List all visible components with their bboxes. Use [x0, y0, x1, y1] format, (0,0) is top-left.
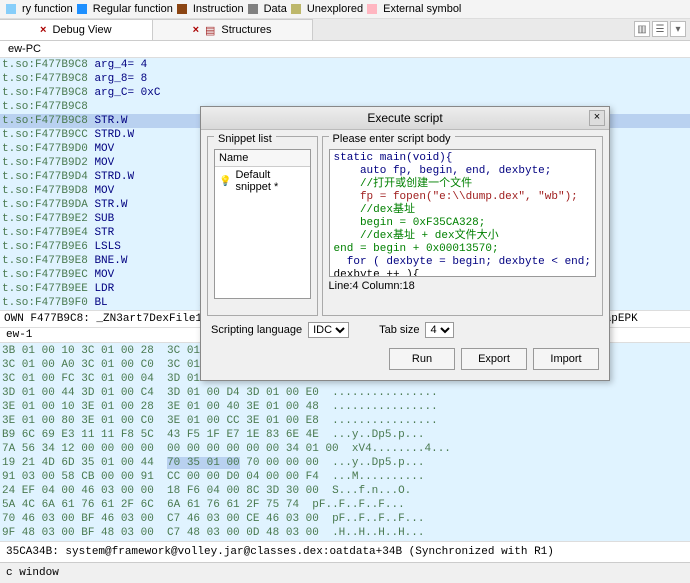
legend-swatch — [177, 4, 187, 14]
legend-swatch — [6, 4, 16, 14]
execute-script-dialog: Execute script × Snippet list Name Defau… — [200, 106, 610, 381]
legend-label: Data — [264, 3, 287, 15]
script-body-panel: Please enter script body static main(voi… — [322, 136, 603, 316]
scripting-language-select[interactable]: IDC — [308, 322, 349, 338]
disasm-line[interactable]: t.so:F477B9C8 arg_8= 8 — [0, 72, 690, 86]
layout-icon[interactable]: ▥ — [634, 21, 650, 37]
hex-line[interactable]: 7A 56 34 12 00 00 00 00 00 00 00 00 00 0… — [2, 442, 688, 456]
view-tabs: × Debug View × ▤ Structures ▥ ☰ ▾ — [0, 19, 690, 41]
legend-label: Unexplored — [307, 3, 363, 15]
import-button[interactable]: Import — [533, 348, 599, 370]
hex-line[interactable]: 19 21 4D 6D 35 01 00 44 70 35 01 00 70 0… — [2, 456, 688, 470]
legend-label: ry function — [22, 3, 73, 15]
window-subtitle: ew-PC — [0, 41, 690, 58]
hex-line[interactable]: 24 EF 04 00 46 03 00 00 18 F6 04 00 8C 3… — [2, 484, 688, 498]
snippet-list-title: Snippet list — [214, 133, 276, 145]
hex-line[interactable]: 3E 01 00 10 3E 01 00 28 3E 01 00 40 3E 0… — [2, 400, 688, 414]
tab-size-label: Tab size — [379, 324, 419, 336]
tab-debug-view[interactable]: × Debug View — [0, 19, 153, 40]
tab-toolbar: ▥ ☰ ▾ — [630, 19, 690, 40]
tab-label: Debug View — [52, 24, 111, 36]
hex-line[interactable]: 70 46 03 00 BF 46 03 00 C7 46 03 00 CE 4… — [2, 512, 688, 526]
script-textarea[interactable]: static main(void){ auto fp, begin, end, … — [329, 149, 596, 277]
legend-swatch — [367, 4, 377, 14]
tab-size-select[interactable]: 4 — [425, 322, 454, 338]
hex-line[interactable]: 5A 4C 6A 61 76 61 2F 6C 6A 61 76 61 2F 7… — [2, 498, 688, 512]
hex-line[interactable]: 3D 01 00 44 3D 01 00 C4 3D 01 00 D4 3D 0… — [2, 386, 688, 400]
cursor-position: Line:4 Column:18 — [329, 277, 596, 292]
hex-line[interactable]: 91 03 00 58 CB 00 00 91 CC 00 00 D0 04 0… — [2, 470, 688, 484]
legend-label: Regular function — [93, 3, 173, 15]
tab-structures[interactable]: × ▤ Structures — [153, 19, 313, 40]
disasm-line[interactable]: t.so:F477B9C8 arg_4= 4 — [0, 58, 690, 72]
legend-swatch — [291, 4, 301, 14]
x-icon: × — [193, 24, 199, 36]
snippet-list-panel: Snippet list Name Default snippet * — [207, 136, 318, 316]
legend-swatch — [77, 4, 87, 14]
snippet-item[interactable]: Default snippet * — [215, 167, 310, 195]
tab-label: Structures — [221, 24, 271, 36]
legend-swatch — [248, 4, 258, 14]
status-bar: 35CA34B: system@framework@volley.jar@cla… — [0, 541, 690, 562]
script-body-title: Please enter script body — [329, 133, 455, 145]
legend-label: Instruction — [193, 3, 244, 15]
run-button[interactable]: Run — [389, 348, 455, 370]
export-button[interactable]: Export — [461, 348, 527, 370]
dialog-title: Execute script — [367, 111, 442, 125]
dialog-title-bar[interactable]: Execute script × — [201, 107, 609, 130]
snippet-header[interactable]: Name — [215, 150, 310, 167]
dropdown-icon[interactable]: ▾ — [670, 21, 686, 37]
legend-label: External symbol — [383, 3, 461, 15]
x-icon: × — [40, 24, 46, 36]
scripting-language-label: Scripting language — [211, 324, 302, 336]
bottom-bar: c window — [0, 562, 690, 583]
hex-line[interactable]: 9F 48 03 00 BF 48 03 00 C7 48 03 00 0D 4… — [2, 526, 688, 540]
hex-line[interactable]: 3E 01 00 80 3E 01 00 C0 3E 01 00 CC 3E 0… — [2, 414, 688, 428]
disasm-line[interactable]: t.so:F477B9C8 arg_C= 0xC — [0, 86, 690, 100]
struct-icon: ▤ — [205, 24, 215, 37]
close-icon[interactable]: × — [589, 110, 605, 126]
layout2-icon[interactable]: ☰ — [652, 21, 668, 37]
hex-line[interactable]: B9 6C 69 E3 11 11 F8 5C 43 F5 1F E7 1E 8… — [2, 428, 688, 442]
legend-bar: ry function Regular function Instruction… — [0, 0, 690, 19]
